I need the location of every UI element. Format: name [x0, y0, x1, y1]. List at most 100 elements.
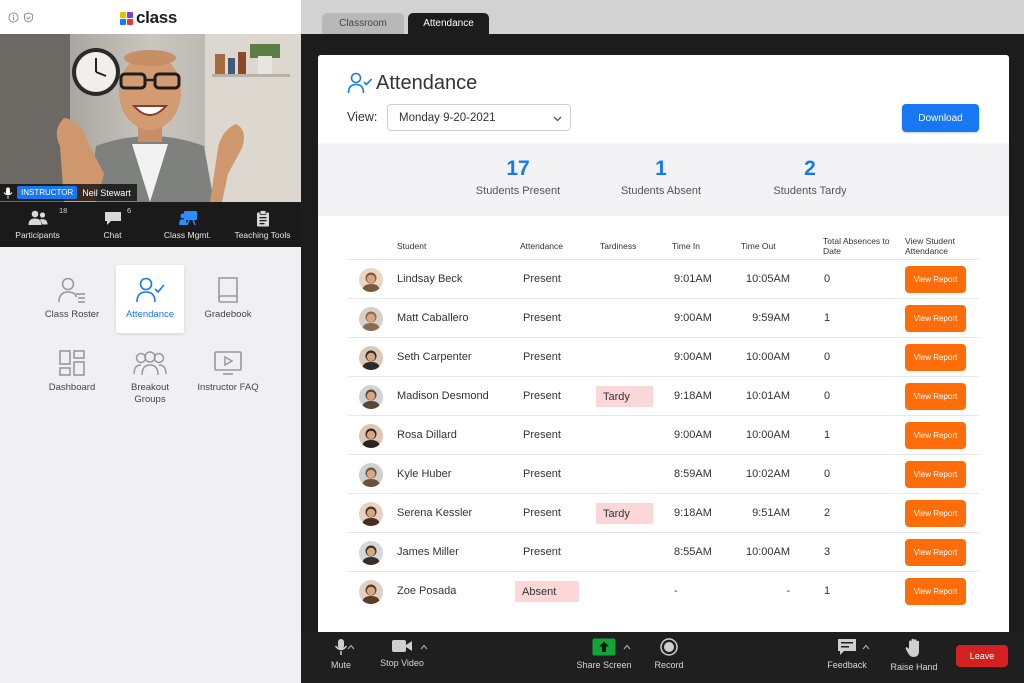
time-in: 9:00AM — [674, 429, 712, 441]
share-options-caret-icon[interactable] — [623, 644, 631, 650]
gradebook-app[interactable]: Gradebook — [194, 265, 262, 333]
class-roster-app[interactable]: Class Roster — [38, 265, 106, 333]
video-options-caret-icon[interactable] — [420, 644, 428, 650]
student-avatar — [359, 502, 383, 526]
time-out: 9:59AM — [752, 312, 790, 324]
student-avatar — [359, 541, 383, 565]
participants-label: Participants — [15, 230, 60, 240]
attendance-summary: 17 Students Present 1 Students Absent 2 … — [318, 143, 1009, 216]
leave-button[interactable]: Leave — [956, 645, 1008, 667]
attendance-card: Attendance View: Monday 9-20-2021 Downlo… — [318, 55, 1009, 632]
attendance-status: Present — [523, 468, 561, 480]
stat-tardy-label: Students Tardy — [773, 185, 847, 197]
record-button[interactable]: Record — [649, 632, 689, 683]
total-absences: 1 — [824, 429, 831, 441]
attendance-status: Present — [523, 351, 561, 363]
date-select[interactable]: Monday 9-20-2021 — [387, 104, 571, 131]
table-row: Rosa Dillard Present 9:00AM 10:00AM 1 View Re… — [348, 415, 979, 454]
view-report-button[interactable]: View Report — [905, 266, 966, 293]
stop-video-button[interactable]: Stop Video — [377, 632, 427, 683]
dashboard-icon — [59, 350, 85, 376]
teaching-tools-button[interactable]: Teaching Tools — [225, 202, 300, 247]
time-in: 9:18AM — [674, 390, 712, 402]
view-report-button[interactable]: View Report — [905, 539, 966, 566]
share-screen-icon — [592, 638, 616, 656]
student-avatar — [359, 346, 383, 370]
dashboard-label: Dashboard — [48, 382, 96, 393]
view-report-button[interactable]: View Report — [905, 344, 966, 371]
col-attendance: Attendance — [520, 241, 564, 251]
student-name: Kyle Huber — [397, 468, 452, 480]
view-label: View: — [347, 110, 378, 124]
col-time-out: Time Out — [741, 241, 776, 251]
attendance-app[interactable]: Attendance — [116, 265, 184, 333]
stat-absent: 1 Students Absent — [586, 157, 736, 197]
time-in: 9:00AM — [674, 351, 712, 363]
feedback-icon — [838, 639, 856, 655]
breakout-groups-label: Breakout Groups — [130, 382, 170, 405]
class-mgmt-button[interactable]: Class Mgmt. — [150, 202, 225, 247]
time-out: - — [786, 585, 790, 597]
teaching-tools-label: Teaching Tools — [234, 230, 291, 240]
feedback-button[interactable]: Feedback — [823, 632, 871, 683]
info-icon[interactable] — [8, 12, 19, 23]
participants-button[interactable]: 18 Participants — [0, 202, 75, 247]
student-name: Rosa Dillard — [397, 429, 457, 441]
dashboard-app[interactable]: Dashboard — [38, 338, 106, 406]
mute-button[interactable]: Mute — [323, 632, 359, 683]
breakout-groups-app[interactable]: Breakout Groups — [116, 338, 184, 406]
view-report-button[interactable]: View Report — [905, 383, 966, 410]
time-out: 10:00AM — [745, 546, 790, 558]
instructor-video[interactable] — [0, 34, 301, 202]
attendance-title-icon — [347, 72, 373, 94]
class-roster-icon — [58, 277, 85, 303]
gradebook-icon — [218, 277, 238, 303]
chat-label: Chat — [103, 230, 122, 240]
time-out: 10:02AM — [745, 468, 790, 480]
share-screen-label: Share Screen — [576, 660, 632, 670]
view-report-button[interactable]: View Report — [905, 422, 966, 449]
table-row: Seth Carpenter Present 9:00AM 10:00AM 0 View … — [348, 337, 979, 376]
table-row: James Miller Present 8:55AM 10:00AM 3 View Re… — [348, 532, 979, 571]
logo-square-red — [127, 18, 133, 25]
table-row: Madison Desmond Present Tardy 9:18AM 10:01AM… — [348, 376, 979, 415]
tab-attendance[interactable]: Attendance — [408, 13, 489, 34]
time-in: 9:01AM — [674, 273, 712, 285]
class-mgmt-icon — [178, 211, 197, 226]
class-logo: class — [120, 8, 177, 27]
meeting-toolbar: Mute Stop Video Share Screen Record Feed… — [301, 632, 1024, 683]
student-photo — [362, 389, 380, 409]
raise-hand-button[interactable]: Raise Hand — [888, 632, 940, 683]
app-header: class — [0, 0, 301, 34]
tardiness-badge: Tardy — [596, 386, 653, 407]
download-button[interactable]: Download — [902, 104, 979, 132]
time-out: 10:05AM — [745, 273, 790, 285]
time-out: 9:51AM — [752, 507, 790, 519]
student-avatar — [359, 268, 383, 292]
view-report-button[interactable]: View Report — [905, 461, 966, 488]
shield-icon[interactable] — [23, 12, 34, 23]
feedback-options-caret-icon[interactable] — [862, 644, 870, 650]
mute-options-caret-icon[interactable] — [347, 644, 355, 650]
student-photo — [362, 428, 380, 448]
participants-count: 18 — [59, 206, 68, 215]
view-report-button[interactable]: View Report — [905, 500, 966, 527]
chat-button[interactable]: 6 Chat — [75, 202, 150, 247]
stat-absent-label: Students Absent — [620, 185, 702, 197]
stat-tardy: 2 Students Tardy — [735, 157, 885, 197]
instructor-faq-app[interactable]: Instructor FAQ — [194, 338, 262, 406]
tab-classroom[interactable]: Classroom — [322, 13, 404, 34]
student-photo — [362, 272, 380, 292]
view-report-button[interactable]: View Report — [905, 578, 966, 605]
logo-mark — [120, 11, 133, 25]
breakout-groups-icon — [133, 351, 167, 376]
time-in: 8:59AM — [674, 468, 712, 480]
view-report-button[interactable]: View Report — [905, 305, 966, 332]
class-roster-label: Class Roster — [44, 309, 100, 320]
student-photo — [362, 584, 380, 604]
total-absences: 0 — [824, 390, 831, 402]
student-avatar — [359, 307, 383, 331]
share-screen-button[interactable]: Share Screen — [576, 632, 632, 683]
table-row: Lindsay Beck Present 9:01AM 10:05AM 0 View Re… — [348, 259, 979, 298]
attendance-status: Present — [523, 507, 561, 519]
